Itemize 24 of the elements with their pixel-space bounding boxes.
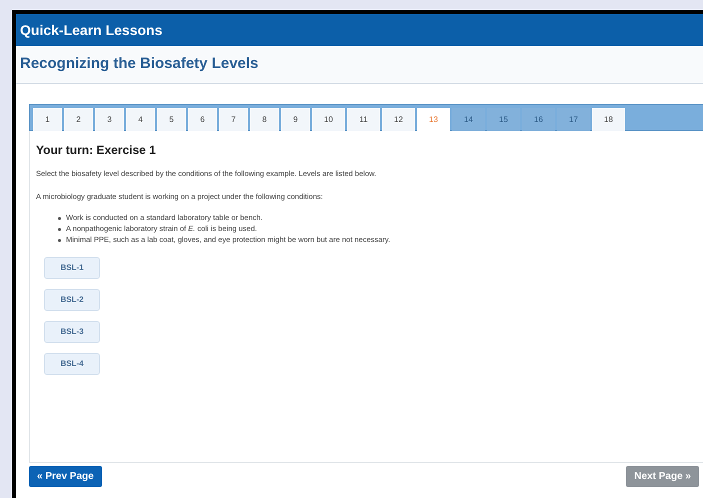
page-tab[interactable]: 11 [347,108,380,131]
bullet-icon [58,216,61,220]
page-tab[interactable]: 5 [157,108,186,131]
page-tab[interactable]: 10 [312,108,345,131]
bullet-icon [58,228,61,230]
level-option-button[interactable]: BSL-2 [44,288,100,310]
header-title: Quick-Learn Lessons [20,20,162,40]
level-option-button[interactable]: BSL-1 [44,256,100,278]
page-tab[interactable]: 4 [126,108,155,131]
page-tab[interactable]: 3 [95,108,124,131]
page-tab[interactable]: 1 [33,108,62,131]
page-tab[interactable]: 18 [592,108,625,131]
exercise-heading: Your turn: Exercise 1 [36,142,157,159]
page-tab[interactable]: 9 [281,108,310,131]
lesson-title: Recognizing the Biosafety Levels [20,54,258,74]
level-option-button[interactable]: BSL-3 [44,320,100,342]
page-tab[interactable]: 12 [382,108,415,131]
page-tab[interactable]: 2 [64,108,93,131]
page-tab[interactable]: 8 [250,108,279,131]
level-option-button[interactable]: BSL-4 [44,352,100,374]
page-tab[interactable]: 7 [219,108,248,131]
bullet-icon [58,238,61,242]
page-tab[interactable]: 6 [188,108,217,131]
prev-page-button[interactable]: « Prev Page [29,466,102,487]
